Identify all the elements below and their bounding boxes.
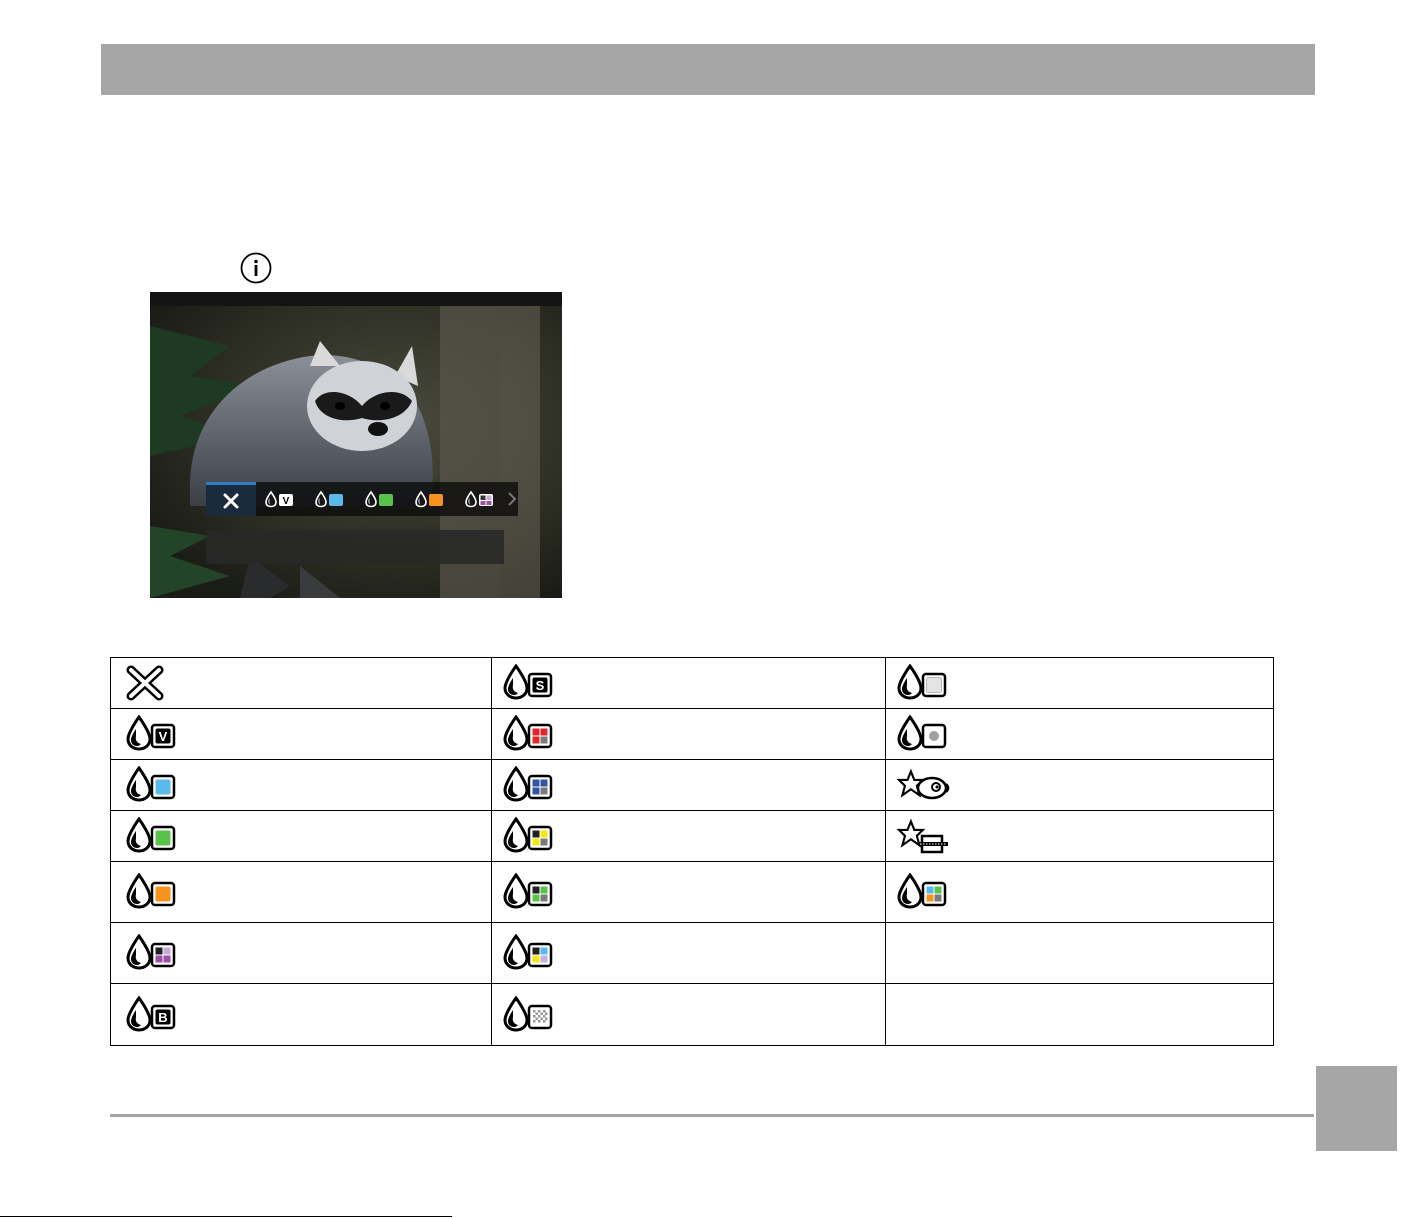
dreamy-effect-icon (897, 664, 947, 700)
mixed-partial-effect-icon (503, 934, 553, 970)
page-number-tab (1316, 1066, 1397, 1151)
table-cell (885, 810, 1274, 862)
table-cell (491, 708, 886, 760)
miniature-effect-icon (896, 818, 948, 854)
strip-item-vivid[interactable]: V (256, 482, 306, 516)
svg-text:B: B (158, 1010, 167, 1025)
table-cell (885, 861, 1274, 923)
table-cell (491, 759, 886, 811)
table-cell (491, 810, 886, 862)
blue-effect-icon (315, 490, 343, 508)
table-cell (885, 759, 1274, 811)
orange-effect-icon (126, 873, 176, 909)
strip-item-none[interactable] (206, 482, 256, 516)
table-cell: B (110, 983, 492, 1046)
svg-text:V: V (159, 729, 168, 744)
table-cell: V (110, 708, 492, 760)
sepia-effect-icon: S (503, 664, 553, 700)
effect-name-box (206, 530, 504, 564)
header-bar (101, 44, 1315, 95)
negative-effect-icon (503, 996, 553, 1031)
blue-effect-icon (126, 766, 176, 802)
table-cell (885, 922, 1274, 984)
table-cell (885, 983, 1274, 1046)
svg-text:V: V (283, 496, 290, 507)
green-effect-icon (126, 817, 176, 853)
effect-strip: V (206, 482, 518, 516)
strip-item-green[interactable] (356, 482, 406, 516)
red-effect-icon (503, 715, 553, 751)
table-cell (491, 983, 886, 1046)
strip-item-orange[interactable] (406, 482, 456, 516)
purple-effect-icon (465, 490, 493, 508)
orange-effect-icon (415, 490, 443, 508)
table-row (110, 861, 1274, 923)
table-cell (885, 708, 1274, 760)
footer-rule (110, 1114, 1314, 1117)
table-cell (491, 922, 886, 984)
bottom-rule (0, 1216, 452, 1217)
strip-item-blue[interactable] (306, 482, 356, 516)
vignetting-effect-icon (897, 715, 947, 751)
multi-color-effect-icon (897, 873, 947, 909)
table-cell (491, 861, 886, 923)
table-cell: S (491, 657, 886, 709)
info-icon (240, 252, 272, 284)
green-effect-icon (365, 490, 393, 508)
table-cell (110, 657, 492, 709)
table-row: V (110, 708, 1274, 760)
svg-text:S: S (536, 678, 545, 693)
close-icon (126, 665, 164, 701)
table-row: B (110, 983, 1274, 1046)
table-cell (110, 759, 492, 811)
vivid-effect-icon: V (265, 490, 293, 508)
purple-effect-icon (126, 934, 176, 970)
black-white-effect-icon: B (126, 996, 176, 1031)
table-row: S (110, 657, 1274, 709)
vivid-effect-icon: V (126, 715, 176, 751)
blue-partial-effect-icon (503, 766, 553, 802)
table-cell (110, 922, 492, 984)
table-row (110, 759, 1274, 811)
strip-item-purple[interactable] (456, 482, 506, 516)
chevron-right-icon (508, 492, 517, 506)
close-icon (223, 493, 239, 508)
yellow-partial-effect-icon (503, 817, 553, 853)
effects-table: S V B (110, 657, 1274, 1046)
camera-screen: V (150, 292, 562, 598)
screen-top-bar (150, 292, 562, 306)
table-row (110, 922, 1274, 984)
strip-next-arrow[interactable] (506, 482, 518, 516)
table-cell (110, 810, 492, 862)
fisheye-effect-icon (896, 768, 950, 800)
table-cell (885, 657, 1274, 709)
green-partial-effect-icon (503, 873, 553, 909)
table-row (110, 810, 1274, 862)
table-cell (110, 861, 492, 923)
